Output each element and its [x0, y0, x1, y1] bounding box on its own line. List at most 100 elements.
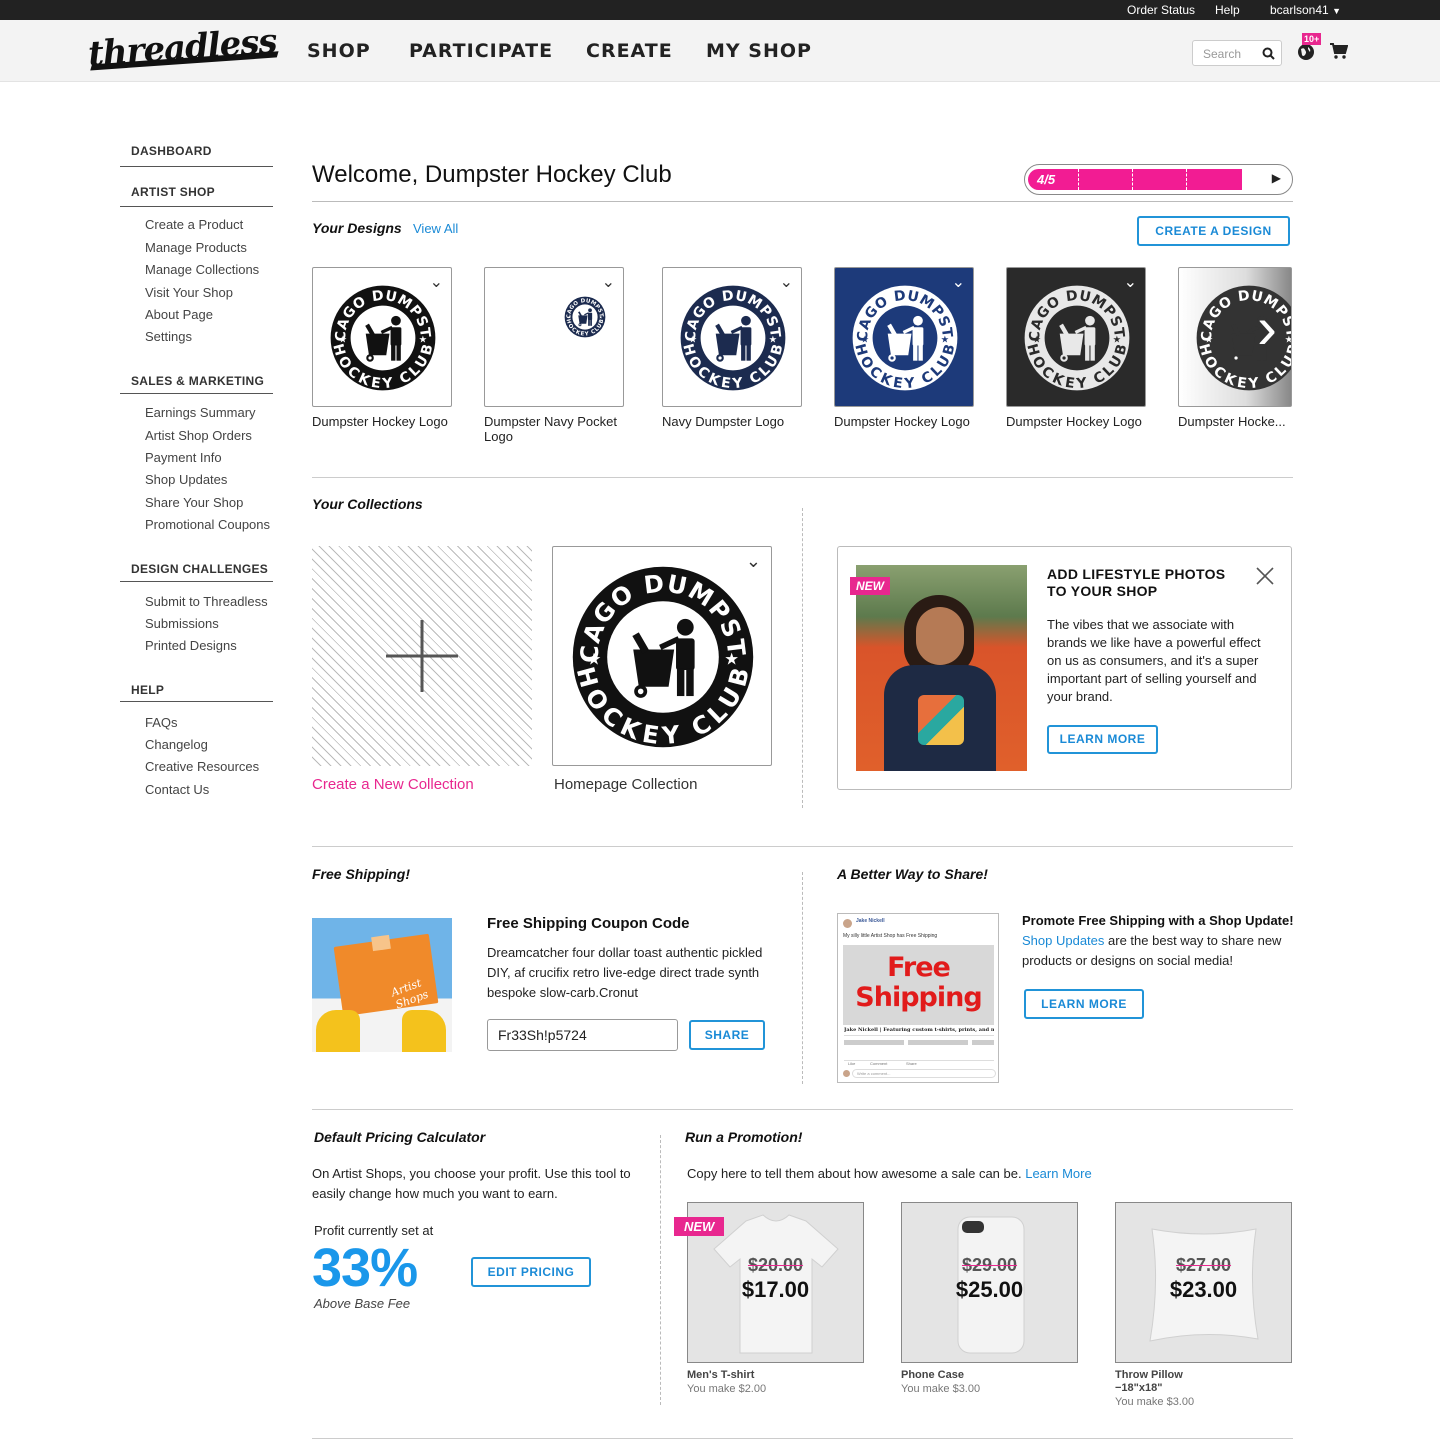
design-card-title[interactable]: Dumpster Hocke...: [1178, 414, 1292, 429]
homepage-collection-label[interactable]: Homepage Collection: [554, 776, 697, 793]
post-author: Jake Nickell: [856, 918, 885, 924]
sidebar-item-orders[interactable]: Artist Shop Orders: [145, 428, 252, 443]
chevron-down-icon[interactable]: ⌄: [952, 272, 965, 292]
sidebar-item-faqs[interactable]: FAQs: [145, 715, 178, 730]
arrow-right-icon[interactable]: ▶: [1272, 171, 1281, 185]
sidebar-item-submit[interactable]: Submit to Threadless: [145, 594, 268, 609]
sidebar-divider: [120, 701, 273, 702]
chevron-down-icon[interactable]: ⌄: [780, 272, 793, 292]
share-body: Shop Updates are the best way to share n…: [1022, 931, 1297, 971]
user-menu[interactable]: bcarlson41 ▼: [1270, 3, 1341, 17]
sidebar-item-share-shop[interactable]: Share Your Shop: [145, 495, 243, 510]
sidebar-item-coupons[interactable]: Promotional Coupons: [145, 517, 270, 532]
promotion-title: Run a Promotion!: [685, 1129, 803, 1145]
sidebar-item-earnings[interactable]: Earnings Summary: [145, 405, 256, 420]
club-logo: CHICAGO DUMPSTERS HOCKEY CLUB ★ ★: [1017, 272, 1131, 397]
shop-updates-link[interactable]: Shop Updates: [1022, 933, 1104, 948]
nav-participate[interactable]: PARTICIPATE: [409, 40, 553, 62]
cart-icon[interactable]: [1330, 43, 1348, 59]
close-icon[interactable]: [1255, 566, 1275, 586]
post-text: My silly little Artist Shop has Free Shi…: [843, 933, 938, 939]
design-card-title[interactable]: Navy Dumpster Logo: [662, 414, 802, 429]
svg-text:★: ★: [1285, 334, 1292, 345]
divider: [312, 1109, 1293, 1110]
sidebar-dashboard[interactable]: DASHBOARD: [131, 144, 212, 158]
lifestyle-learn-more-button[interactable]: LEARN MORE: [1047, 725, 1158, 754]
svg-text:★: ★: [941, 334, 950, 345]
share-heading: Promote Free Shipping with a Shop Update…: [1022, 913, 1294, 928]
design-card-title[interactable]: Dumpster Hockey Logo: [312, 414, 452, 429]
progress-tracker[interactable]: 4/5 ▶: [1024, 164, 1293, 195]
chevron-down-icon[interactable]: ⌄: [602, 272, 615, 292]
design-card-title[interactable]: Dumpster Navy Pocket Logo: [484, 414, 624, 444]
share-coupon-button[interactable]: SHARE: [689, 1020, 765, 1050]
progress-tick: [1186, 169, 1187, 190]
club-logo: CHICAGO DUMPSTERS HOCKEY CLUB ★ ★: [559, 542, 756, 755]
view-all-link[interactable]: View All: [413, 221, 458, 236]
sidebar-item-create-product[interactable]: Create a Product: [145, 217, 243, 232]
sidebar-item-payment[interactable]: Payment Info: [145, 450, 222, 465]
globe-icon: [1298, 44, 1314, 60]
sidebar-item-submissions[interactable]: Submissions: [145, 616, 219, 631]
coupon-code-field[interactable]: Fr33Sh!p5724: [487, 1019, 678, 1051]
sidebar-item-manage-collections[interactable]: Manage Collections: [145, 262, 259, 277]
svg-text:★: ★: [1113, 334, 1122, 345]
new-price: $17.00: [741, 1277, 810, 1302]
design-card-title[interactable]: Dumpster Hockey Logo: [834, 414, 974, 429]
design-card[interactable]: CHICAGO DUMPSTERS HOCKEY CLUB ★ ★ ⌄: [1006, 267, 1146, 407]
promotion-body: Copy here to tell them about how awesome…: [687, 1164, 1092, 1184]
carousel-next-icon[interactable]: ›: [1257, 298, 1277, 358]
nav-shop[interactable]: SHOP: [307, 40, 371, 62]
svg-text:★: ★: [724, 649, 739, 668]
chevron-down-icon[interactable]: ⌄: [1124, 272, 1137, 292]
divider: [312, 846, 1293, 847]
sidebar-item-shop-updates[interactable]: Shop Updates: [145, 472, 227, 487]
help-link[interactable]: Help: [1215, 3, 1240, 17]
post-like: Like: [848, 1061, 856, 1066]
search-input[interactable]: Search: [1192, 40, 1282, 66]
create-design-button[interactable]: CREATE A DESIGN: [1137, 216, 1290, 246]
promo-product-phone-case[interactable]: $29.00 $25.00: [901, 1202, 1078, 1363]
design-card-title[interactable]: Dumpster Hockey Logo: [1006, 414, 1146, 429]
sidebar-item-settings[interactable]: Settings: [145, 329, 192, 344]
sidebar-item-contact[interactable]: Contact Us: [145, 782, 209, 797]
design-card[interactable]: CHICAGO DUMPSTERS HOCKEY CLUB ★ ★ ⌄: [484, 267, 624, 407]
facebook-post-preview: Jake Nickell My silly little Artist Shop…: [837, 913, 999, 1083]
profit-label: Profit currently set at: [314, 1223, 434, 1238]
product-earnings: You make $3.00: [1115, 1396, 1195, 1408]
search-icon[interactable]: [1262, 47, 1275, 60]
nav-create[interactable]: CREATE: [586, 40, 673, 62]
divider: [312, 477, 1293, 478]
lifestyle-title-line: ADD LIFESTYLE PHOTOS: [1047, 566, 1226, 582]
sidebar-item-creative-resources[interactable]: Creative Resources: [145, 759, 259, 774]
create-collection-link[interactable]: Create a New Collection: [312, 776, 474, 793]
club-logo: CHICAGO DUMPSTERS HOCKEY CLUB ★ ★: [562, 292, 606, 343]
nav-my-shop[interactable]: MY SHOP: [706, 40, 812, 62]
promotion-learn-more-link[interactable]: Learn More: [1025, 1166, 1091, 1181]
club-logo: CHICAGO DUMPSTERS HOCKEY CLUB ★ ★: [323, 272, 437, 397]
design-card[interactable]: CHICAGO DUMPSTERS HOCKEY CLUB ★ ★ ›: [1178, 267, 1292, 407]
sidebar-item-printed[interactable]: Printed Designs: [145, 638, 237, 653]
new-price: $25.00: [955, 1277, 1024, 1302]
club-logo: CHICAGO DUMPSTERS HOCKEY CLUB ★ ★: [1189, 272, 1292, 397]
share-learn-more-button[interactable]: LEARN MORE: [1024, 989, 1144, 1019]
sidebar-item-manage-products[interactable]: Manage Products: [145, 240, 247, 255]
club-logo-icon: CHICAGO DUMPSTERS HOCKEY CLUB ★ ★: [673, 272, 786, 392]
sidebar-item-visit-shop[interactable]: Visit Your Shop: [145, 285, 233, 300]
order-status-link[interactable]: Order Status: [1127, 3, 1195, 17]
edit-pricing-button[interactable]: EDIT PRICING: [471, 1257, 591, 1287]
sidebar-item-changelog[interactable]: Changelog: [145, 737, 208, 752]
design-card[interactable]: CHICAGO DUMPSTERS HOCKEY CLUB ★ ★ ⌄: [662, 267, 802, 407]
design-card[interactable]: CHICAGO DUMPSTERS HOCKEY CLUB ★ ★ ⌄: [312, 267, 452, 407]
create-collection-tile[interactable]: [312, 546, 532, 766]
sidebar-divider: [120, 581, 273, 582]
chevron-down-icon[interactable]: ⌄: [430, 272, 443, 292]
homepage-collection-tile[interactable]: ⌄ CHICAGO DUMPSTERS HOCKEY CLUB ★ ★: [552, 542, 772, 766]
divider: [312, 201, 1293, 202]
club-logo: CHICAGO DUMPSTERS HOCKEY CLUB ★ ★: [845, 272, 959, 397]
notifications-button[interactable]: 10+: [1296, 33, 1322, 62]
promo-product-throw-pillow[interactable]: $27.00 $23.00: [1115, 1202, 1292, 1363]
threadless-logo[interactable]: threadless: [87, 21, 278, 74]
design-card[interactable]: CHICAGO DUMPSTERS HOCKEY CLUB ★ ★ ⌄: [834, 267, 974, 407]
sidebar-item-about-page[interactable]: About Page: [145, 307, 213, 322]
